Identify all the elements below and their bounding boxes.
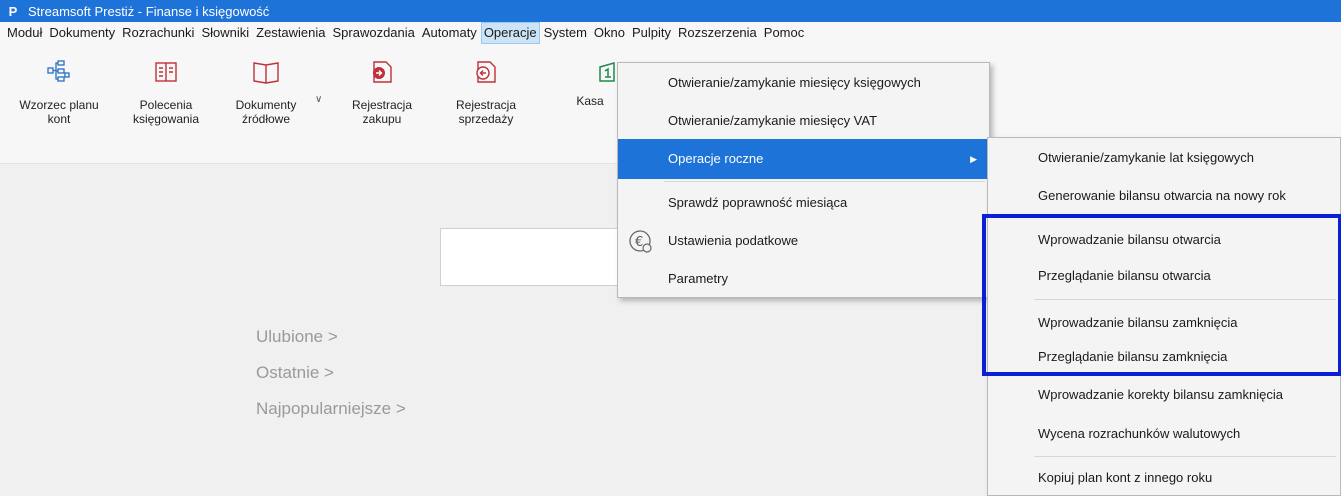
operacje-menu: Otwieranie/zamykanie miesięcy księgowych… [617,62,990,298]
menu-automaty[interactable]: Automaty [419,22,480,44]
sales-register-icon [436,54,536,90]
menu-pulpity[interactable]: Pulpity [629,22,674,44]
ribbon-button-rejestracja-sprzedazy[interactable]: Rejestracja sprzedaży [436,50,536,160]
ribbon-label: Wzorzec planu [19,98,99,112]
menu-item-parametry[interactable]: Parametry [618,259,989,299]
ribbon-label: źródłowe [241,112,291,126]
menu-item-label: Wycena rozrachunków walutowych [1038,426,1241,441]
menu-item-label: Operacje roczne [668,151,764,166]
svg-text:€: € [635,235,643,250]
open-book-icon [220,54,312,90]
menu-item-sprawdz-poprawnosc[interactable]: Sprawdź poprawność miesiąca [618,183,989,223]
ribbon-label: sprzedaży [458,112,514,126]
ribbon-label: kont [47,112,71,126]
menu-item-label: Ustawienia podatkowe [668,233,799,248]
ribbon-button-kasa[interactable]: Kasa [560,50,620,160]
submenu-item-generowanie-bilansu[interactable]: Generowanie bilansu otwarcia na nowy rok [988,176,1340,216]
menu-item-label: Sprawdź poprawność miesiąca [668,195,848,210]
ribbon-label: księgowania [132,112,200,126]
menu-item-label: Generowanie bilansu otwarcia na nowy rok [1038,188,1286,203]
cash-register-icon [560,54,620,90]
menu-item-otwieranie-miesiecy-vat[interactable]: Otwieranie/zamykanie miesięcy VAT [618,101,989,141]
menu-rozszerzenia[interactable]: Rozszerzenia [675,22,760,44]
menu-dokumenty[interactable]: Dokumenty [46,22,118,44]
ribbon-button-rejestracja-zakupu[interactable]: Rejestracja zakupu [336,50,428,160]
ribbon-label: zakupu [362,112,402,126]
search-box[interactable] [440,228,620,286]
menu-item-label: Wprowadzanie korekty bilansu zamknięcia [1038,387,1283,402]
app-logo-icon: P [8,3,18,19]
ribbon-label: Rejestracja [455,98,517,112]
ribbon-button-wzorzec-planu-kont[interactable]: Wzorzec planu kont [6,50,112,160]
menu-operacje[interactable]: Operacje [480,22,540,44]
menu-item-label: Kopiuj plan kont z innego roku [1038,470,1213,485]
chevron-down-icon[interactable]: ∨ [315,94,322,105]
menu-sprawozdania[interactable]: Sprawozdania [330,22,418,44]
menu-pomoc[interactable]: Pomoc [761,22,807,44]
menu-item-label: Otwieranie/zamykanie lat księgowych [1038,150,1255,165]
link-najpopularniejsze[interactable]: Najpopularniejsze > [256,399,406,419]
ribbon-label: Polecenia [139,98,193,112]
ribbon-label: Dokumenty [235,98,297,112]
menu-item-operacje-roczne[interactable]: Operacje roczne ▶ [618,139,989,179]
submenu-item-lata-ksiegowe[interactable]: Otwieranie/zamykanie lat księgowych [988,138,1340,178]
menu-separator [1034,456,1336,457]
title-bar: P Streamsoft Prestiż - Finanse i księgow… [0,0,1341,22]
ribbon-button-polecenia-ksiegowania[interactable]: Polecenia księgowania [120,50,212,160]
menu-bar: Moduł Dokumenty Rozrachunki Słowniki Zes… [0,22,1341,44]
menu-item-label: Otwieranie/zamykanie miesięcy księgowych [668,75,921,90]
euro-settings-icon: € [629,230,652,253]
submenu-item-wycena-rozrachunkow[interactable]: Wycena rozrachunków walutowych [988,414,1340,454]
submenu-arrow-icon: ▶ [970,154,977,164]
menu-item-otwieranie-miesiecy-ksiegowych[interactable]: Otwieranie/zamykanie miesięcy księgowych [618,63,989,103]
menu-item-label: Otwieranie/zamykanie miesięcy VAT [668,113,878,128]
window-title: Streamsoft Prestiż - Finanse i księgowoś… [28,3,270,19]
submenu-item-kopiuj-plan-kont[interactable]: Kopiuj plan kont z innego roku [988,458,1340,496]
submenu-item-korekta-bilansu[interactable]: Wprowadzanie korekty bilansu zamknięcia [988,375,1340,415]
annotation-highlight-frame [982,214,1341,376]
link-ulubione[interactable]: Ulubione > [256,327,338,347]
menu-item-label: Parametry [668,271,728,286]
menu-zestawienia[interactable]: Zestawienia [253,22,328,44]
menu-separator [664,181,985,182]
menu-system[interactable]: System [541,22,590,44]
purchase-register-icon [336,54,428,90]
link-ostatnie[interactable]: Ostatnie > [256,363,334,383]
menu-rozrachunki[interactable]: Rozrachunki [119,22,197,44]
menu-okno[interactable]: Okno [591,22,628,44]
chart-of-accounts-icon [6,54,112,90]
ribbon-label: Rejestracja [351,98,413,112]
ribbon-button-dokumenty-zrodlowe[interactable]: Dokumenty źródłowe [220,50,312,160]
ledger-book-icon [120,54,212,90]
menu-slowniki[interactable]: Słowniki [198,22,252,44]
ribbon-label: Kasa [576,94,604,108]
menu-item-ustawienia-podatkowe[interactable]: € Ustawienia podatkowe [618,221,989,261]
menu-modul[interactable]: Moduł [4,22,45,44]
